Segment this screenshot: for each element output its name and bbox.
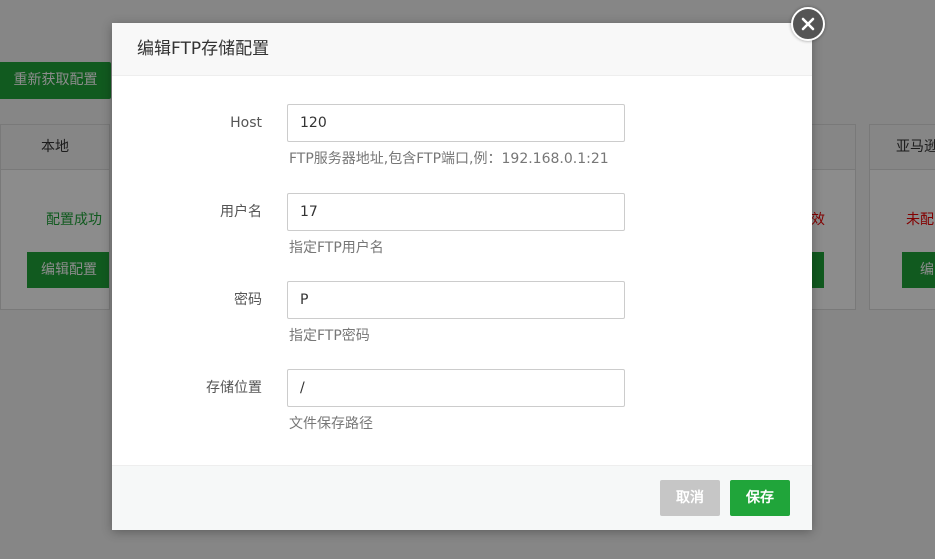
storage-path-label: 存储位置: [206, 380, 262, 396]
password-label: 密码: [234, 292, 262, 308]
storage-path-input[interactable]: [287, 369, 625, 407]
password-input[interactable]: [287, 281, 625, 319]
host-label: Host: [230, 115, 262, 131]
dialog-title: 编辑FTP存储配置: [112, 23, 812, 76]
password-help: 指定FTP密码: [289, 328, 370, 344]
host-input[interactable]: [287, 104, 625, 142]
storage-path-help: 文件保存路径: [289, 416, 373, 432]
close-button[interactable]: [791, 7, 825, 41]
close-icon: [801, 17, 815, 31]
host-help: FTP服务器地址,包含FTP端口,例：192.168.0.1:21: [289, 151, 609, 167]
save-button[interactable]: 保存: [730, 480, 790, 516]
ftp-config-dialog: 编辑FTP存储配置 Host FTP服务器地址,包含FTP端口,例：192.16…: [112, 7, 825, 530]
username-help: 指定FTP用户名: [289, 240, 384, 256]
username-label: 用户名: [220, 204, 262, 220]
dialog-footer: 取消 保存: [112, 465, 812, 530]
cancel-button[interactable]: 取消: [660, 480, 720, 516]
username-input[interactable]: [287, 193, 625, 231]
